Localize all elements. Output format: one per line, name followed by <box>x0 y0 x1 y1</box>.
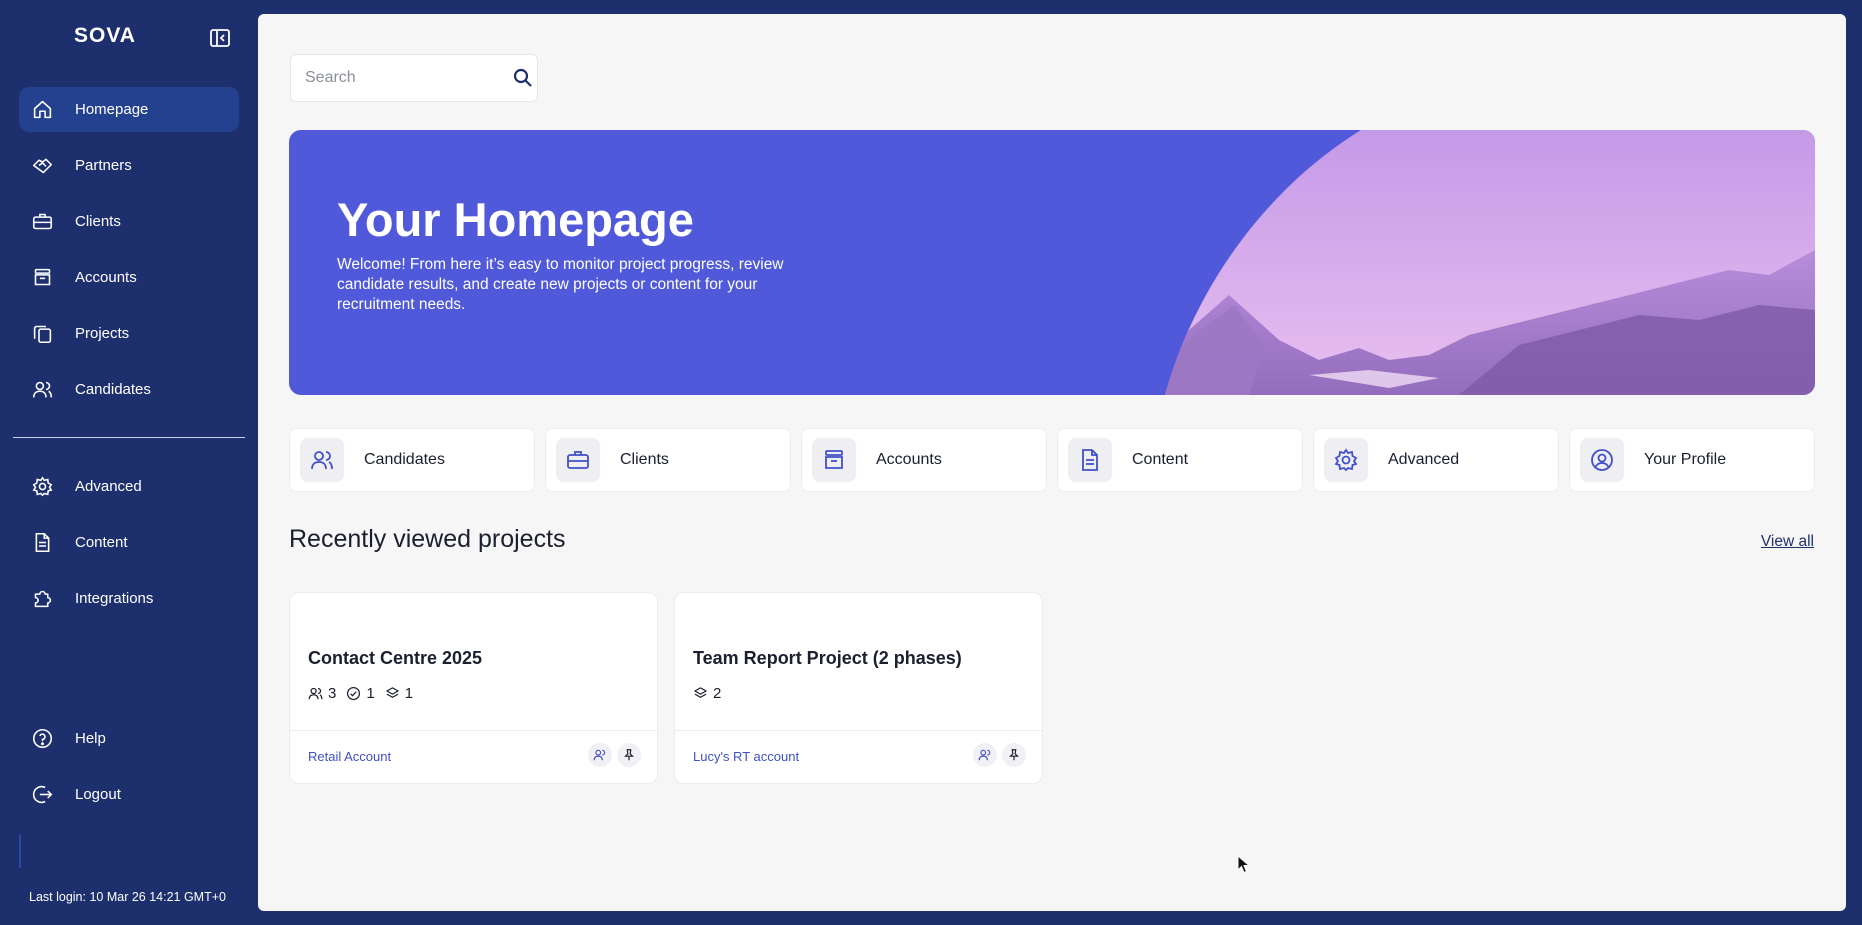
handshake-icon <box>31 155 53 177</box>
candidates-stat: 3 <box>308 685 336 702</box>
sidebar-item-label: Content <box>75 534 128 551</box>
sidebar-item-partners[interactable]: Partners <box>19 143 239 188</box>
project-card[interactable]: Team Report Project (2 phases) 2 Lucy's … <box>674 592 1043 784</box>
quick-link-label: Content <box>1132 451 1189 468</box>
sidebar-item-projects[interactable]: Projects <box>19 311 239 356</box>
quick-link-content[interactable]: Content <box>1057 428 1303 492</box>
project-name: Contact Centre 2025 <box>308 648 483 668</box>
quick-link-label: Candidates <box>364 451 445 468</box>
hero-description: Welcome! From here it’s easy to monitor … <box>337 256 784 313</box>
sidebar-item-label: Logout <box>75 786 121 803</box>
users-icon <box>308 687 323 700</box>
quick-link-candidates[interactable]: Candidates <box>289 428 535 492</box>
sidebar-item-label: Help <box>75 730 106 747</box>
quick-link-label: Your Profile <box>1644 451 1727 468</box>
sova-logo[interactable]: SOVA <box>74 24 136 48</box>
sidebar-item-integrations[interactable]: Integrations <box>19 576 239 621</box>
logout-icon <box>31 784 53 806</box>
completed-count: 1 <box>366 685 375 702</box>
project-account-link[interactable]: Lucy's RT account <box>693 749 799 764</box>
last-login: Last login: 10 Mar 26 14:21 GMT+0 <box>29 890 226 904</box>
hero-title: Your Homepage <box>337 193 694 246</box>
sidebar-item-candidates[interactable]: Candidates <box>19 367 239 412</box>
sidebar-item-label: Advanced <box>75 478 142 495</box>
mouse-cursor-icon <box>1237 855 1251 874</box>
sidebar-collapse-icon[interactable] <box>209 27 231 49</box>
sidebar-item-label: Clients <box>75 213 121 230</box>
layers-icon <box>385 687 399 698</box>
sidebar-item-label: Candidates <box>75 381 151 398</box>
check-circle-icon <box>347 686 361 701</box>
quick-link-your-profile[interactable]: Your Profile <box>1569 428 1815 492</box>
users-icon <box>31 379 53 401</box>
card-divider <box>675 730 1042 731</box>
candidates-icon[interactable] <box>588 743 612 767</box>
sidebar-item-label: Homepage <box>75 101 149 118</box>
sidebar-item-content[interactable]: Content <box>19 520 239 565</box>
quick-link-label: Advanced <box>1388 451 1460 468</box>
gear-icon <box>1324 438 1368 482</box>
candidates-icon[interactable] <box>973 743 997 767</box>
document-icon <box>1068 438 1112 482</box>
sidebar-item-clients[interactable]: Clients <box>19 199 239 244</box>
briefcase-icon <box>31 211 53 233</box>
card-divider <box>290 730 657 731</box>
sidebar-item-accounts[interactable]: Accounts <box>19 255 239 300</box>
sidebar-item-label: Projects <box>75 325 130 342</box>
sidebar-item-label: Integrations <box>75 590 154 607</box>
users-icon <box>300 438 344 482</box>
pin-icon[interactable] <box>617 743 641 767</box>
project-name: Team Report Project (2 phases) <box>693 648 962 668</box>
view-all-link[interactable]: View all <box>1761 533 1814 551</box>
sidebar: SOVA Homepage Partners Clients Accounts … <box>0 0 258 925</box>
search-icon[interactable] <box>512 67 534 89</box>
sidebar-scroll-indicator <box>19 834 21 868</box>
hero-banner: Your Homepage Welcome! From here it’s ea… <box>289 130 1815 395</box>
sidebar-item-label: Accounts <box>75 269 137 286</box>
quick-link-label: Accounts <box>876 451 942 468</box>
phases-stat: 1 <box>385 685 413 702</box>
briefcase-icon <box>556 438 600 482</box>
project-card[interactable]: Contact Centre 2025 3 1 1 Retail Account <box>289 592 658 784</box>
candidates-count: 3 <box>328 685 337 702</box>
sidebar-item-homepage[interactable]: Homepage <box>19 87 239 132</box>
completed-stat: 1 <box>346 685 375 702</box>
sidebar-divider <box>13 437 245 438</box>
gear-icon <box>31 476 53 498</box>
document-icon <box>31 532 53 554</box>
phases-stat: 2 <box>693 685 721 702</box>
phases-count: 1 <box>404 685 414 702</box>
search-input[interactable] <box>305 69 512 87</box>
project-stats: 3 1 1 <box>308 685 423 702</box>
home-icon <box>31 99 53 121</box>
archive-icon <box>812 438 856 482</box>
sidebar-item-advanced[interactable]: Advanced <box>19 464 239 509</box>
quick-link-clients[interactable]: Clients <box>545 428 791 492</box>
sidebar-item-logout[interactable]: Logout <box>19 772 239 817</box>
recent-projects-title: Recently viewed projects <box>289 525 566 553</box>
sidebar-item-label: Partners <box>75 157 132 174</box>
copy-icon <box>31 323 53 345</box>
quick-link-label: Clients <box>620 451 669 468</box>
project-account-link[interactable]: Retail Account <box>308 749 391 764</box>
phases-count: 2 <box>713 685 722 702</box>
user-circle-icon <box>1580 438 1624 482</box>
puzzle-icon <box>31 588 53 610</box>
sidebar-item-help[interactable]: Help <box>19 716 239 761</box>
quick-link-advanced[interactable]: Advanced <box>1313 428 1559 492</box>
pin-icon[interactable] <box>1002 743 1026 767</box>
help-icon <box>31 728 53 750</box>
project-stats: 2 <box>693 685 731 702</box>
main-content: Your Homepage Welcome! From here it’s ea… <box>258 14 1846 911</box>
search-box <box>290 54 538 102</box>
quick-link-accounts[interactable]: Accounts <box>801 428 1047 492</box>
layers-icon <box>694 687 707 698</box>
archive-icon <box>31 267 53 289</box>
